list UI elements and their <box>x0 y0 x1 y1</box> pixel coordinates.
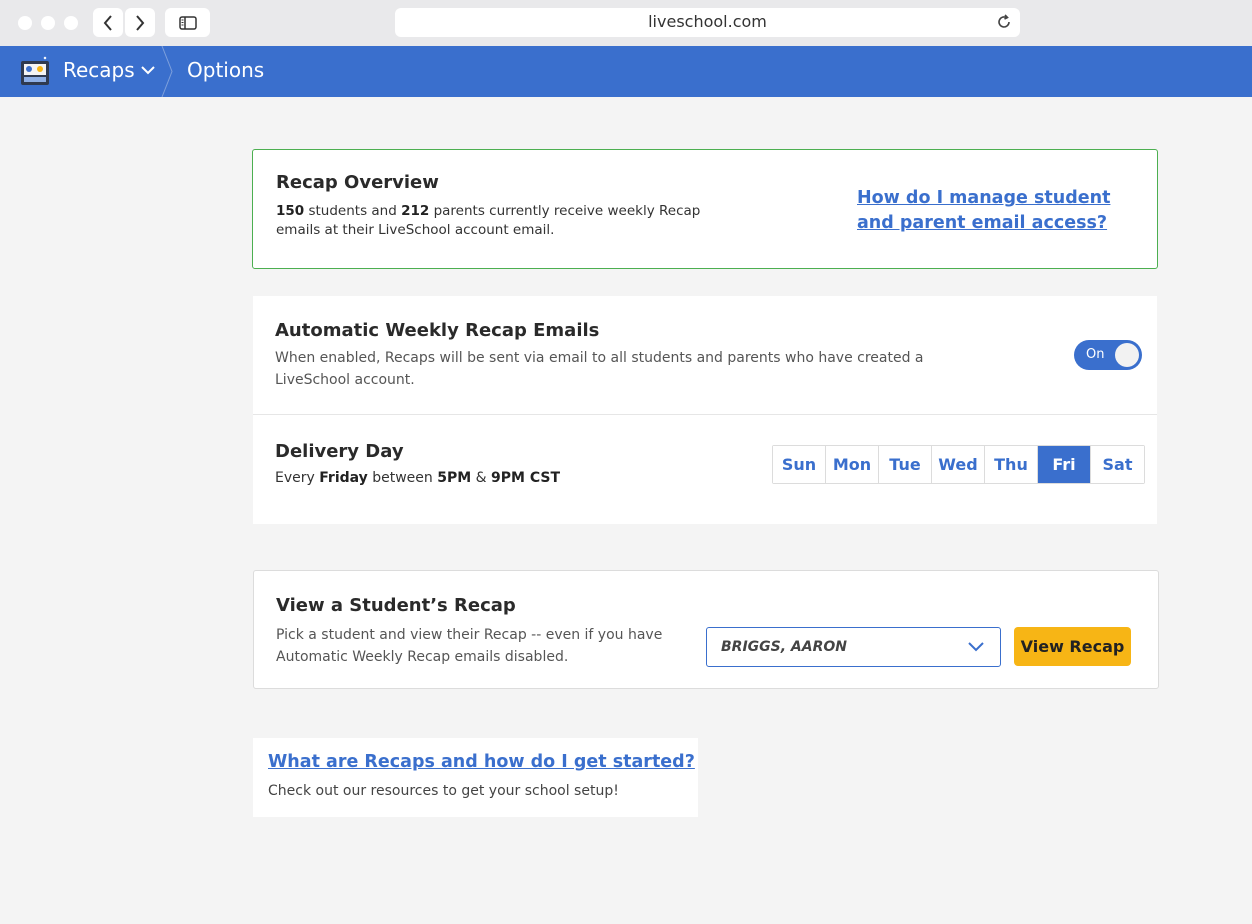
automatic-emails-section: Automatic Weekly Recap Emails When enabl… <box>253 296 1157 415</box>
chevron-left-icon <box>103 14 112 31</box>
day-button-sun[interactable]: Sun <box>773 446 826 483</box>
chevron-right-icon <box>136 14 145 31</box>
delivery-time-end: 9PM CST <box>491 470 560 486</box>
getting-started-link[interactable]: What are Recaps and how do I get started… <box>268 752 695 772</box>
recaps-logo-icon <box>21 56 49 85</box>
reload-icon[interactable] <box>996 14 1012 30</box>
automatic-emails-title: Automatic Weekly Recap Emails <box>275 320 600 341</box>
selected-student: BRIGGS, AARON <box>721 639 847 655</box>
browser-chrome: liveschool.com <box>0 0 1252 46</box>
manage-email-access-link[interactable]: How do I manage student and parent email… <box>857 186 1147 236</box>
automatic-emails-toggle[interactable]: On <box>1074 340 1142 370</box>
recap-overview-card: Recap Overview 150 students and 212 pare… <box>252 149 1158 269</box>
delivery-day-description: Every Friday between 5PM & 9PM CST <box>275 470 560 486</box>
page-title: Options <box>187 58 265 82</box>
overview-text-1: students and <box>304 203 402 219</box>
delivery-text-every: Every <box>275 470 320 486</box>
back-button[interactable] <box>93 8 123 37</box>
overview-title: Recap Overview <box>276 172 439 193</box>
chevron-down-icon <box>140 65 155 74</box>
students-count: 150 <box>276 203 305 219</box>
app-header: Recaps Options <box>0 46 1252 97</box>
day-button-sat[interactable]: Sat <box>1091 446 1144 483</box>
window-maximize-dot[interactable] <box>64 16 78 30</box>
window-minimize-dot[interactable] <box>41 16 55 30</box>
delivery-day-name: Friday <box>319 470 368 486</box>
toggle-knob <box>1115 343 1139 367</box>
sidebar-icon <box>178 15 197 30</box>
resources-card: What are Recaps and how do I get started… <box>253 738 698 817</box>
day-button-fri[interactable]: Fri <box>1038 446 1091 483</box>
day-button-mon[interactable]: Mon <box>826 446 879 483</box>
day-button-thu[interactable]: Thu <box>985 446 1038 483</box>
day-selector: Sun Mon Tue Wed Thu Fri Sat <box>772 445 1145 484</box>
resources-description: Check out our resources to get your scho… <box>268 783 619 799</box>
overview-description: 150 students and 212 parents currently r… <box>276 202 736 240</box>
delivery-time-start: 5PM <box>437 470 472 486</box>
day-button-wed[interactable]: Wed <box>932 446 985 483</box>
app-switcher[interactable]: Recaps <box>63 58 155 82</box>
view-recap-title: View a Student’s Recap <box>276 595 516 616</box>
toggle-label: On <box>1086 347 1105 362</box>
sidebar-toggle-button[interactable] <box>165 8 210 37</box>
recap-settings-card: Automatic Weekly Recap Emails When enabl… <box>253 296 1157 524</box>
url-text: liveschool.com <box>648 12 767 31</box>
breadcrumb-separator <box>161 46 173 97</box>
student-select[interactable]: BRIGGS, AARON <box>706 627 1001 667</box>
delivery-text-and: & <box>471 470 492 486</box>
delivery-text-between: between <box>367 470 438 486</box>
address-bar[interactable]: liveschool.com <box>395 8 1020 37</box>
forward-button[interactable] <box>125 8 155 37</box>
automatic-emails-description: When enabled, Recaps will be sent via em… <box>275 350 924 388</box>
parents-count: 212 <box>401 203 430 219</box>
window-close-dot[interactable] <box>18 16 32 30</box>
app-name: Recaps <box>63 58 135 82</box>
chevron-down-icon <box>968 642 984 652</box>
delivery-day-title: Delivery Day <box>275 441 404 462</box>
view-recap-description: Pick a student and view their Recap -- e… <box>276 627 663 665</box>
day-button-tue[interactable]: Tue <box>879 446 932 483</box>
view-student-recap-card: View a Student’s Recap Pick a student an… <box>253 570 1159 689</box>
view-recap-button[interactable]: View Recap <box>1014 627 1131 666</box>
